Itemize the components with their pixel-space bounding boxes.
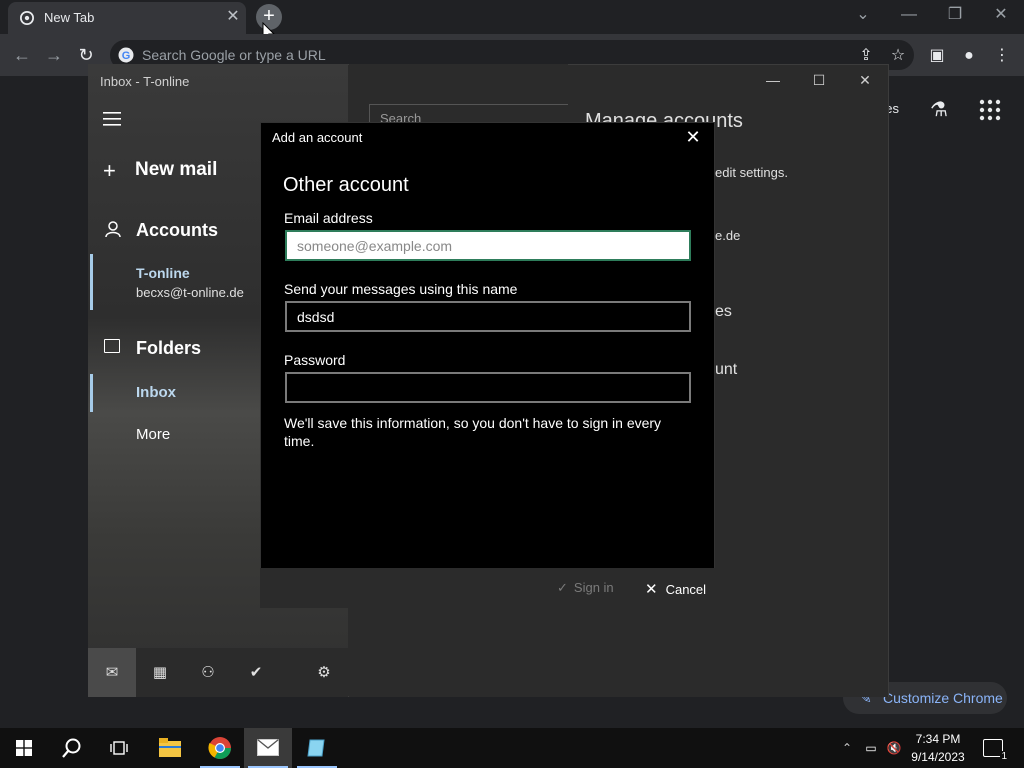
mail-minimize-icon[interactable]: —: [763, 72, 783, 90]
forward-icon[interactable]: →: [43, 44, 65, 66]
mail-envelope-icon: [257, 739, 279, 756]
customize-label: Customize Chrome: [883, 690, 1003, 706]
account-email[interactable]: becxs@t-online.de: [136, 285, 244, 300]
name-label: Send your messages using this name: [284, 281, 518, 297]
bookmark-star-icon[interactable]: ☆: [888, 46, 908, 66]
info-text: We'll save this information, so you don'…: [284, 415, 662, 449]
plus-icon: +: [103, 158, 116, 183]
omnibox-placeholder: Search Google or type a URL: [142, 47, 326, 63]
app-taskbar[interactable]: [293, 728, 341, 768]
menu-kebab-icon[interactable]: ⋮: [992, 46, 1012, 66]
email-field[interactable]: [285, 230, 691, 261]
close-icon: ✕: [645, 581, 658, 598]
people-icon[interactable]: ⚇: [199, 664, 217, 682]
mail-icon[interactable]: ✉: [103, 664, 121, 682]
password-field[interactable]: [285, 372, 691, 403]
tab-search-icon[interactable]: ⌄: [851, 4, 875, 28]
close-window-icon[interactable]: ✕: [989, 4, 1013, 28]
manage-link-mailboxes[interactable]: es: [715, 303, 732, 321]
folder-icon: [159, 738, 181, 757]
profile-icon[interactable]: ●: [959, 46, 979, 66]
checkmark-icon: ✓: [557, 580, 568, 595]
tab-new-tab[interactable]: New Tab ✕: [8, 2, 246, 34]
mail-taskbar[interactable]: [244, 728, 292, 768]
mail-close-icon[interactable]: ✕: [855, 72, 875, 90]
cancel-button[interactable]: ✕ Cancel: [645, 580, 706, 598]
task-view-icon[interactable]: [110, 740, 128, 756]
search-icon[interactable]: [61, 737, 83, 759]
dialog-heading: Other account: [283, 174, 409, 196]
clock-time[interactable]: 7:34 PM: [906, 732, 970, 746]
folders-heading[interactable]: Folders: [136, 338, 201, 359]
tab-title: New Tab: [44, 10, 95, 25]
google-icon: G: [118, 47, 134, 63]
hamburger-menu-icon[interactable]: [103, 112, 121, 126]
notepad-icon: [307, 739, 325, 757]
notification-center-icon[interactable]: 1: [983, 739, 1008, 762]
restore-icon[interactable]: ❐: [943, 4, 967, 28]
sign-in-button[interactable]: ✓ Sign in: [557, 580, 614, 596]
inbox-selection-bar: [90, 374, 93, 412]
chrome-taskbar[interactable]: [196, 728, 244, 768]
settings-gear-icon[interactable]: ⚙: [315, 664, 333, 682]
chrome-icon: [20, 11, 34, 25]
share-icon[interactable]: ⇪: [856, 46, 876, 66]
notification-count: 1: [1000, 751, 1008, 762]
email-label: Email address: [284, 210, 373, 226]
manage-text-settings: edit settings.: [715, 165, 788, 180]
accounts-heading[interactable]: Accounts: [136, 220, 218, 241]
clock-date[interactable]: 9/14/2023: [906, 750, 970, 764]
side-panel-icon[interactable]: ▣: [927, 46, 947, 66]
mail-maximize-icon[interactable]: ☐: [809, 72, 829, 90]
volume-muted-icon[interactable]: 🔇: [886, 740, 902, 756]
todo-icon[interactable]: ✔: [247, 664, 265, 682]
chevron-up-icon[interactable]: ⌃: [839, 740, 855, 756]
network-icon[interactable]: ▭: [863, 740, 879, 756]
svg-text:G: G: [122, 50, 131, 62]
manage-add-account[interactable]: unt: [715, 361, 737, 379]
display-name-field[interactable]: [285, 301, 691, 332]
calendar-icon[interactable]: ▦: [151, 664, 169, 682]
account-selection-bar: [90, 254, 93, 310]
windows-start-icon[interactable]: [16, 740, 32, 756]
person-icon: [105, 221, 121, 238]
folder-inbox[interactable]: Inbox: [136, 384, 176, 401]
cancel-label: Cancel: [665, 582, 707, 597]
chrome-icon: [208, 737, 231, 759]
file-explorer-taskbar[interactable]: [146, 728, 194, 768]
tab-close-icon[interactable]: ✕: [224, 8, 242, 26]
account-name[interactable]: T-online: [136, 265, 190, 281]
dialog-close-icon[interactable]: ✕: [684, 128, 702, 146]
reload-icon[interactable]: ↻: [75, 44, 97, 66]
password-label: Password: [284, 352, 346, 368]
back-icon[interactable]: ←: [11, 44, 33, 66]
folder-icon: [104, 339, 120, 353]
sign-in-label: Sign in: [573, 580, 614, 595]
folder-more[interactable]: More: [136, 426, 170, 443]
new-mail-button[interactable]: New mail: [135, 159, 217, 181]
mail-window-title: Inbox - T-online: [100, 74, 190, 89]
dialog-title: Add an account: [272, 130, 363, 145]
manage-account-email[interactable]: e.de: [715, 228, 740, 243]
minimize-icon[interactable]: —: [897, 4, 921, 28]
apps-grid-icon[interactable]: [978, 98, 1002, 122]
labs-flask-icon[interactable]: ⚗: [930, 97, 954, 121]
